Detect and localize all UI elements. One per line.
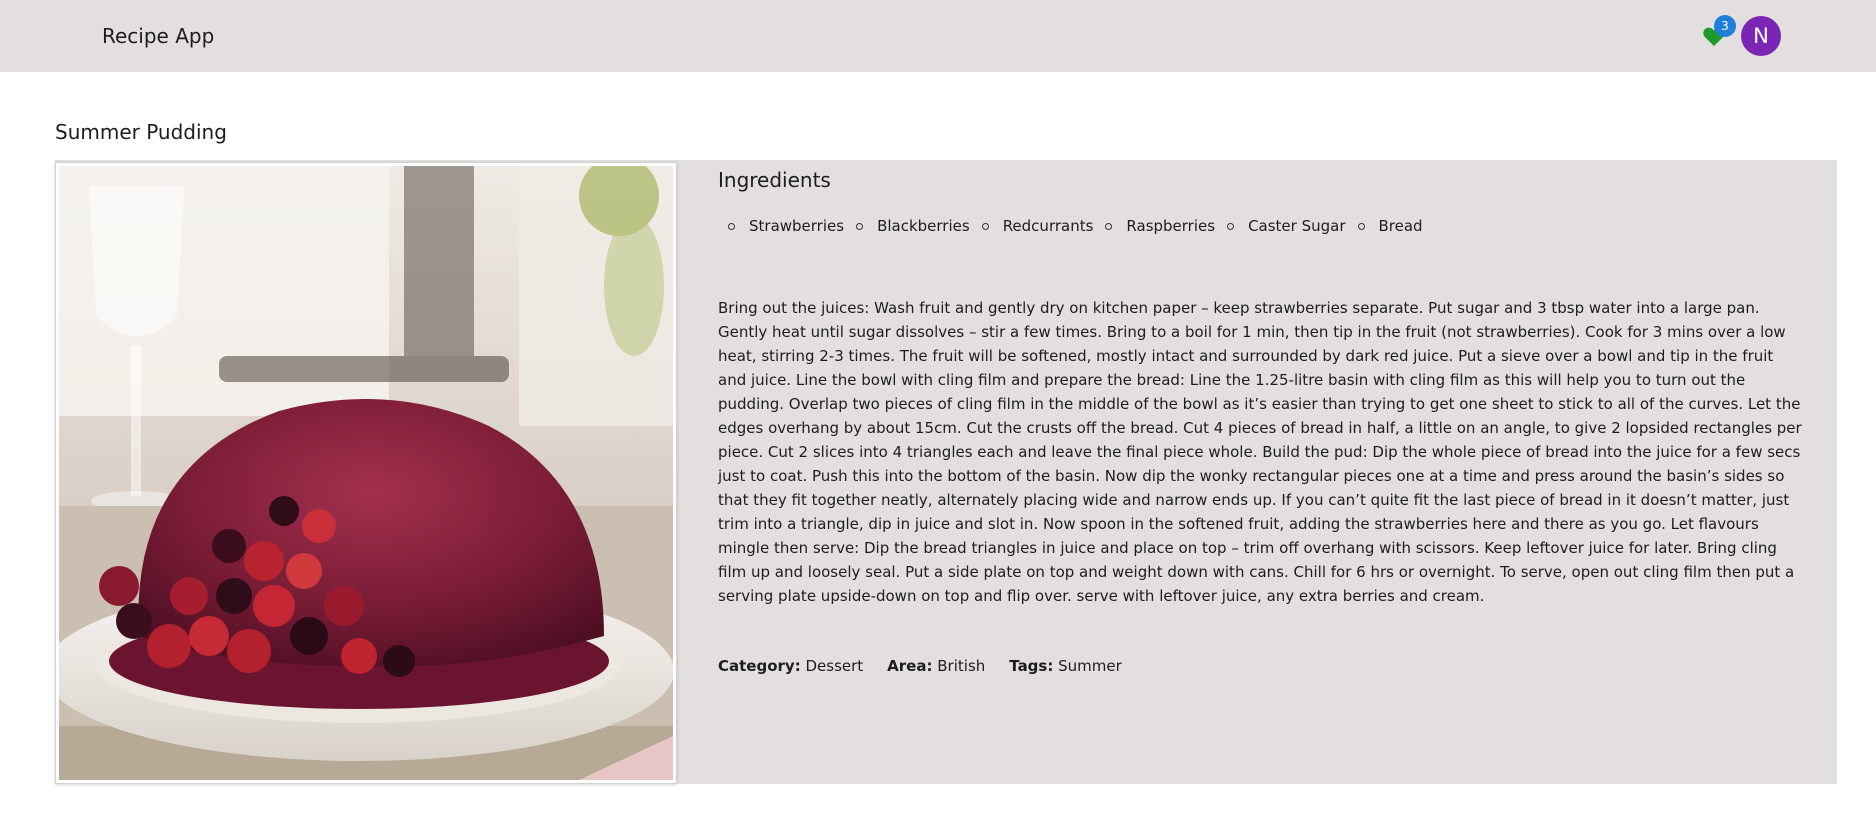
app-title[interactable]: Recipe App <box>102 24 214 48</box>
ingredient-item: Bread <box>1357 217 1423 235</box>
area-value: British <box>937 657 986 675</box>
ingredient-item: Caster Sugar <box>1227 217 1346 235</box>
tags-meta: Tags: Summer <box>1009 657 1122 675</box>
ingredient-label: Redcurrants <box>1002 217 1094 235</box>
ingredient-label: Strawberries <box>749 217 845 235</box>
ingredient-item: Raspberries <box>1105 217 1215 235</box>
tags-label: Tags: <box>1009 657 1054 675</box>
bullet-icon <box>981 222 989 230</box>
category-value: Dessert <box>805 657 864 675</box>
recipe-meta: Category: Dessert Area: British Tags: Su… <box>718 657 1122 675</box>
ingredients-list: Strawberries Blackberries Redcurrants Ra… <box>728 217 1808 235</box>
ingredient-label: Blackberries <box>877 217 970 235</box>
bullet-icon <box>1227 222 1235 230</box>
bullet-icon <box>728 222 735 230</box>
ingredient-item: Blackberries <box>856 217 970 235</box>
ingredient-item: Strawberries <box>728 217 844 235</box>
recipe-image-frame <box>55 162 677 784</box>
instructions-text: Bring out the juices: Wash fruit and gen… <box>718 299 1802 605</box>
category-meta: Category: Dessert <box>718 657 863 675</box>
ingredient-label: Bread <box>1378 217 1423 235</box>
app-header <box>0 0 1876 72</box>
ingredient-label: Raspberries <box>1126 217 1216 235</box>
recipe-title: Summer Pudding <box>55 120 227 144</box>
favorites-count-badge: 3 <box>1714 15 1736 37</box>
bullet-icon <box>1357 222 1365 230</box>
user-avatar[interactable]: N <box>1741 16 1781 56</box>
ingredient-item: Redcurrants <box>981 217 1094 235</box>
ingredients-heading: Ingredients <box>718 168 831 192</box>
recipe-photo <box>59 166 673 780</box>
ingredient-label: Caster Sugar <box>1248 217 1346 235</box>
bullet-icon <box>1105 222 1113 230</box>
area-meta: Area: British <box>887 657 985 675</box>
category-label: Category: <box>718 657 801 675</box>
tags-value: Summer <box>1058 657 1122 675</box>
area-label: Area: <box>887 657 933 675</box>
bullet-icon <box>856 222 864 230</box>
